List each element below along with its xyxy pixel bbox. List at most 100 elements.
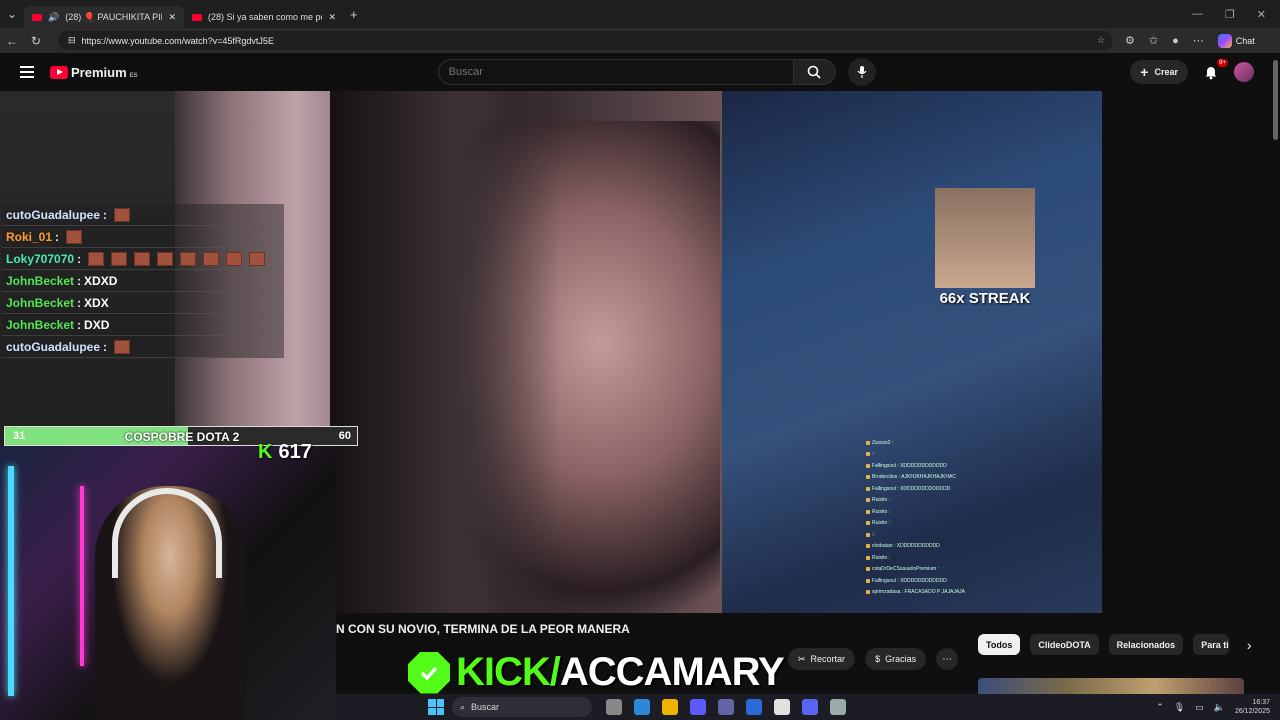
volume-icon[interactable]: 🔈 [1214,702,1225,713]
video-streamer-hair [330,91,560,613]
kick-prefix: KICK/ [456,650,561,694]
profile-icon[interactable]: ● [1172,35,1179,47]
microphone-icon [857,66,867,78]
taskbar-app-icon[interactable] [802,699,818,715]
search-input[interactable] [437,59,794,85]
ingame-chat-message: Ruisito : [866,506,996,518]
taskbar-app-icon[interactable] [606,699,622,715]
maximize-button[interactable]: ❐ [1225,8,1235,21]
scissors-icon: ✂ [798,653,806,664]
chip-todos[interactable]: Todos [978,634,1021,655]
new-tab-button[interactable]: + [350,7,358,22]
chip-relacionados[interactable]: Relacionados [1108,634,1184,655]
more-menu-icon[interactable]: ⋯ [1193,34,1204,47]
ingame-chat-overlay: Zsssss2 ::: Fallingsoul : XDDDDDDDDDDDD Br… [866,437,996,598]
chat-colon: : [77,295,82,310]
chat-text: DXD [84,317,110,332]
badge-icon [866,521,870,526]
badge-icon [866,452,870,457]
chat-text: XDXD [84,273,118,288]
youtube-premium-logo[interactable]: Premium ES [50,65,138,80]
youtube-header: Premium ES + Crear 9+ [0,53,1280,91]
follower-number: 617 [278,441,312,463]
tray-chevron-icon[interactable]: ⌃ [1156,702,1164,713]
mic-tray-icon[interactable]: 🎙 [1174,702,1185,713]
badge-icon [866,440,870,445]
search-button[interactable] [793,59,836,85]
browser-tab-active[interactable]: 🔊 (28) 🎈 PAUCHIKITA PIERDE E ✕ [24,6,184,28]
audio-speaker-icon[interactable]: 🔊 [48,12,59,23]
account-avatar[interactable] [1234,62,1254,82]
taskbar-app-icon[interactable] [662,699,678,715]
windows-start-icon[interactable] [428,699,444,715]
taskbar-app-icon[interactable] [690,699,706,715]
chat-message: Roki_01: [2,226,284,248]
create-button[interactable]: + Crear [1130,60,1188,84]
extensions-icon[interactable]: ⚙ [1125,34,1135,47]
search-icon [807,65,821,79]
browser-tab-inactive[interactable]: (28) Si ya saben como me pongo p ✕ [184,6,344,28]
chat-message: JohnBecket: XDXD [2,270,284,292]
chat-colon: : [77,273,82,288]
ingame-chat-message: Ruisito : [866,518,996,530]
kick-channel-banner: KICK/ ACCAMARY [408,650,785,695]
ingame-chat-message: Fallingsoul : XDDDDDDDDDDDDD [866,483,996,495]
ingame-chat-message: Ruisito : [866,552,996,564]
clock-time: 16:37 [1252,699,1270,706]
notifications-button[interactable]: 9+ [1202,59,1228,81]
badge-icon [866,498,870,503]
ingame-chat-text: cstaDrDeCSusuarioPremium : [872,566,939,573]
tab-close-icon[interactable]: ✕ [328,12,336,23]
minimize-button[interactable]: — [1192,8,1203,21]
chip-para-ti[interactable]: Para ti [1193,634,1230,655]
chat-username: cutoGuadalupee [6,339,101,354]
notification-badge: 9+ [1217,59,1228,67]
badge-icon [866,475,870,480]
kick-follower-count: K 617 [258,441,312,464]
more-actions-button[interactable]: ⋯ [936,648,959,670]
favorite-star-icon[interactable]: ☆ [1097,35,1105,46]
network-icon[interactable]: ▭ [1195,702,1204,713]
ingame-chat-message: :: [866,449,996,461]
clock[interactable]: 16:37 26/12/2025 [1235,698,1270,716]
browser-tab-bar: ⌄ 🔊 (28) 🎈 PAUCHIKITA PIERDE E ✕ (28) Si… [0,0,1280,28]
neon-light-blue [8,466,14,696]
favorites-icon[interactable]: ✩ [1149,34,1158,47]
ingame-chat-text: chebatan : XDDDDDDDDDDD [872,543,940,550]
page-scrollbar[interactable] [1273,60,1278,140]
tab-list-chevron-icon[interactable]: ⌄ [0,7,24,21]
taskbar-app-icon[interactable] [718,699,734,715]
tab-title: (28) Si ya saben como me pongo p [208,12,322,22]
chip-clideodota[interactable]: ClideoDOTA [1030,634,1099,655]
copilot-icon [1217,33,1232,48]
chat-colon: : [77,317,82,332]
emote-icon [180,251,197,266]
taskbar-app-icon[interactable] [830,699,846,715]
chips-next-chevron-icon[interactable]: › [1239,635,1259,655]
clip-button[interactable]: ✂ Recortar [788,648,856,670]
copilot-chat-button[interactable]: Chat [1217,33,1255,48]
ingame-chat-text: sprimzadasa : FRACASADO P JAJAJAJA [872,589,965,596]
taskbar-app-icon[interactable] [634,699,650,715]
related-filter-chips: Todos ClideoDOTA Relacionados Para ti › [978,634,1259,655]
site-info-icon[interactable]: ⊟ [68,35,76,46]
country-code: ES [129,72,138,79]
window-controls: — ❐ ✕ [1192,8,1280,21]
voice-search-button[interactable] [847,58,876,86]
taskbar-app-icon[interactable] [774,699,790,715]
badge-icon [866,567,870,572]
kick-logo-icon: K [258,441,273,463]
reload-icon[interactable]: ↻ [24,34,48,48]
chat-label: Chat [1235,35,1255,46]
back-arrow-icon[interactable]: ← [0,34,24,48]
taskbar-search[interactable]: ⌕ Buscar [452,697,592,717]
close-window-button[interactable]: ✕ [1257,8,1266,21]
hamburger-menu-icon[interactable] [20,63,34,81]
badge-icon [866,555,870,560]
url-field[interactable]: ⊟ https://www.youtube.com/watch?v=45fRgd… [58,31,1113,50]
chat-colon: : [103,207,108,222]
ingame-chat-text: :: [872,451,875,458]
thanks-button[interactable]: $ Gracias [865,648,927,670]
taskbar-app-icon[interactable] [746,699,762,715]
tab-close-icon[interactable]: ✕ [168,12,176,23]
